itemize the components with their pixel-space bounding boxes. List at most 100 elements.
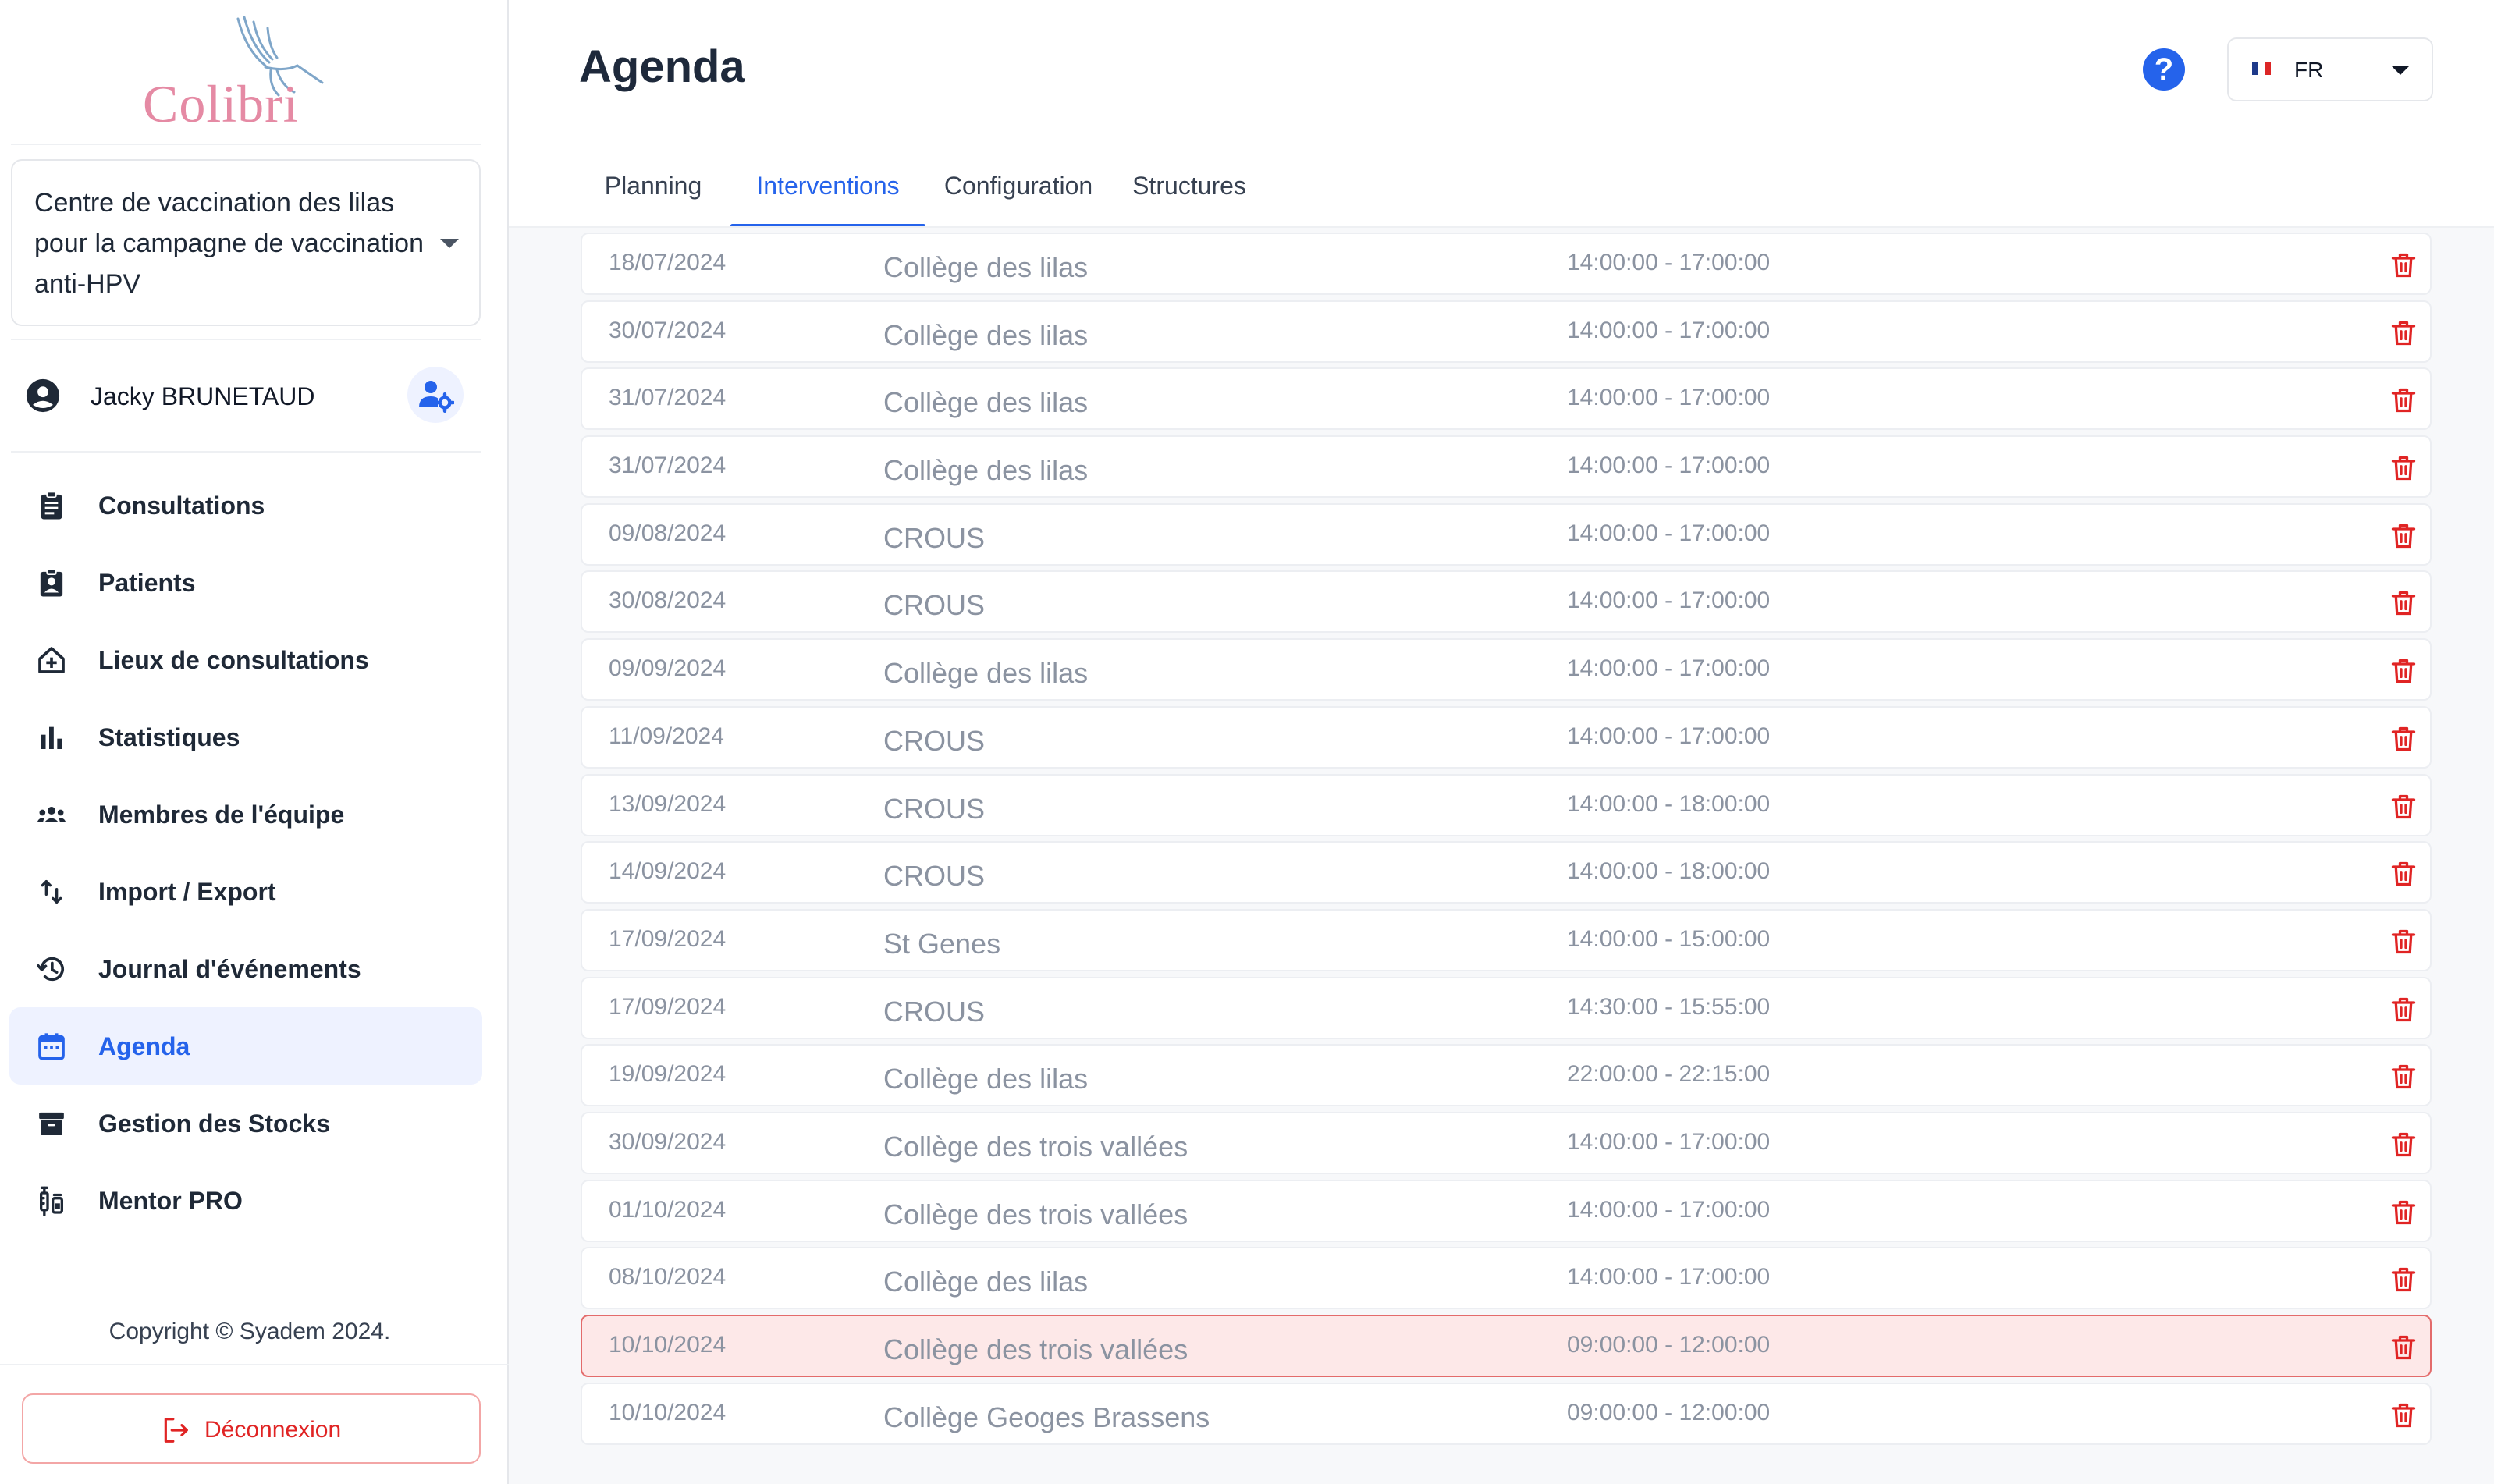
nav-item-statistiques[interactable]: Statistiques [9, 698, 482, 776]
tab-configuration[interactable]: Configuration [929, 145, 1108, 228]
intervention-place: CROUS [883, 995, 986, 1028]
intervention-row[interactable]: 31/07/2024 Collège des lilas 14:00:00 - … [581, 367, 2432, 431]
intervention-row[interactable]: 09/08/2024 CROUS 14:00:00 - 17:00:00 [581, 502, 2432, 566]
delete-intervention-button[interactable] [2389, 1332, 2418, 1363]
delete-intervention-button[interactable] [2389, 453, 2418, 484]
intervention-row[interactable]: 18/07/2024 Collège des lilas 14:00:00 - … [581, 233, 2432, 295]
delete-intervention-button[interactable] [2389, 791, 2418, 822]
intervention-time: 14:00:00 - 17:00:00 [1567, 250, 1771, 275]
language-label: FR [2294, 58, 2324, 82]
intervention-date: 30/07/2024 [609, 317, 727, 343]
nav-item-lieux[interactable]: Lieux de consultations [9, 621, 482, 698]
team-icon [37, 807, 66, 822]
delete-intervention-button[interactable] [2389, 1197, 2418, 1228]
divider [11, 451, 481, 453]
intervention-row[interactable]: 10/10/2024 Collège des trois vallées 09:… [581, 1315, 2432, 1377]
intervention-date: 10/10/2024 [609, 1332, 727, 1358]
delete-intervention-button[interactable] [2389, 1264, 2418, 1295]
nav-item-patients[interactable]: Patients [9, 544, 482, 621]
delete-intervention-button[interactable] [2389, 858, 2418, 889]
intervention-place: Collège des lilas [883, 657, 1089, 690]
tab-planning[interactable]: Planning [579, 145, 727, 228]
intervention-date: 31/07/2024 [609, 385, 727, 411]
intervention-row[interactable]: 13/09/2024 CROUS 14:00:00 - 18:00:00 [581, 773, 2432, 836]
delete-intervention-button[interactable] [2389, 994, 2418, 1025]
delete-intervention-button[interactable] [2389, 1400, 2418, 1431]
intervention-time: 14:00:00 - 15:00:00 [1567, 925, 1771, 952]
archive-icon [39, 1112, 64, 1135]
intervention-row[interactable]: 11/09/2024 CROUS 14:00:00 - 17:00:00 [581, 705, 2432, 769]
nav-label: Import / Export [98, 878, 276, 906]
intervention-row[interactable]: 30/07/2024 Collège des lilas 14:00:00 - … [581, 300, 2432, 363]
interventions-panel: 18/07/2024 Collège des lilas 14:00:00 - … [509, 228, 2494, 1484]
help-button[interactable]: ? [2143, 48, 2185, 91]
intervention-row[interactable]: 08/10/2024 Collège des lilas 14:00:00 - … [581, 1247, 2432, 1310]
sidebar: Colibri Centre de vaccination des lilas … [0, 0, 509, 1484]
logout-label: Déconnexion [204, 1417, 342, 1443]
intervention-date: 19/09/2024 [609, 1061, 727, 1088]
delete-intervention-button[interactable] [2389, 385, 2418, 416]
intervention-place: St Genes [883, 927, 1001, 960]
intervention-time: 14:00:00 - 17:00:00 [1567, 1196, 1771, 1223]
intervention-date: 10/10/2024 [609, 1399, 727, 1425]
delete-intervention-button[interactable] [2389, 520, 2418, 552]
nav-label: Journal d'événements [98, 955, 361, 983]
chevron-down-icon [440, 239, 459, 248]
intervention-place: CROUS [883, 860, 986, 893]
intervention-place: CROUS [883, 724, 986, 757]
intervention-row[interactable]: 31/07/2024 Collège des lilas 14:00:00 - … [581, 435, 2432, 499]
intervention-place: Collège des lilas [883, 251, 1089, 283]
intervention-time: 14:00:00 - 17:00:00 [1567, 453, 1771, 479]
nav-item-import-export[interactable]: Import / Export [9, 853, 482, 930]
nav-item-consultations[interactable]: Consultations [9, 467, 482, 544]
nav-item-equipe[interactable]: Membres de l'équipe [9, 776, 482, 853]
patient-badge-icon [40, 568, 63, 597]
intervention-row[interactable]: 17/09/2024 St Genes 14:00:00 - 15:00:00 [581, 908, 2432, 971]
intervention-place: Collège Geoges Brassens [883, 1401, 1210, 1433]
logout-button[interactable]: Déconnexion [22, 1393, 481, 1464]
intervention-row[interactable]: 01/10/2024 Collège des trois vallées 14:… [581, 1179, 2432, 1242]
center-select[interactable]: Centre de vaccination des lilas pour la … [11, 159, 481, 326]
tab-structures[interactable]: Structures [1111, 145, 1267, 228]
colibri-logo[interactable]: Colibri [137, 11, 339, 133]
home-plus-icon [38, 647, 65, 673]
page-title: Agenda [579, 41, 745, 92]
nav-item-journal[interactable]: Journal d'événements [9, 930, 482, 1007]
intervention-time: 14:00:00 - 17:00:00 [1567, 1264, 1771, 1291]
nav-label: Gestion des Stocks [98, 1109, 330, 1138]
intervention-place: CROUS [883, 589, 986, 622]
delete-intervention-button[interactable] [2389, 655, 2418, 687]
delete-intervention-button[interactable] [2389, 318, 2418, 349]
intervention-row[interactable]: 14/09/2024 CROUS 14:00:00 - 18:00:00 [581, 841, 2432, 904]
nav-label: Consultations [98, 492, 265, 520]
intervention-row[interactable]: 30/08/2024 CROUS 14:00:00 - 17:00:00 [581, 570, 2432, 634]
intervention-time: 14:00:00 - 17:00:00 [1567, 722, 1771, 749]
user-settings-button[interactable] [407, 367, 464, 423]
nav-label: Lieux de consultations [98, 646, 369, 674]
intervention-date: 30/09/2024 [609, 1128, 727, 1155]
divider [11, 144, 481, 145]
delete-intervention-button[interactable] [2389, 1129, 2418, 1160]
nav-label: Mentor PRO [98, 1187, 243, 1215]
intervention-time: 09:00:00 - 12:00:00 [1567, 1399, 1771, 1425]
history-icon [37, 957, 64, 982]
delete-intervention-button[interactable] [2389, 723, 2418, 754]
nav-item-agenda[interactable]: Agenda [9, 1007, 482, 1085]
delete-intervention-button[interactable] [2389, 250, 2418, 281]
tab-interventions[interactable]: Interventions [730, 145, 925, 228]
intervention-time: 14:00:00 - 17:00:00 [1567, 1128, 1771, 1155]
intervention-place: Collège des trois vallées [883, 1333, 1188, 1365]
intervention-row[interactable]: 09/09/2024 Collège des lilas 14:00:00 - … [581, 638, 2432, 701]
delete-intervention-button[interactable] [2389, 926, 2418, 957]
intervention-row[interactable]: 10/10/2024 Collège Geoges Brassens 09:00… [581, 1382, 2432, 1445]
nav-item-mentor[interactable]: Mentor PRO [9, 1162, 482, 1239]
language-select[interactable]: FR [2227, 37, 2433, 101]
bar-chart-icon [41, 726, 62, 749]
intervention-place: Collège des lilas [883, 318, 1089, 351]
delete-intervention-button[interactable] [2389, 588, 2418, 619]
nav-item-stocks[interactable]: Gestion des Stocks [9, 1085, 482, 1162]
intervention-row[interactable]: 30/09/2024 Collège des trois vallées 14:… [581, 1111, 2432, 1174]
delete-intervention-button[interactable] [2389, 1061, 2418, 1092]
intervention-row[interactable]: 19/09/2024 Collège des lilas 22:00:00 - … [581, 1044, 2432, 1107]
intervention-row[interactable]: 17/09/2024 CROUS 14:30:00 - 15:55:00 [581, 976, 2432, 1039]
